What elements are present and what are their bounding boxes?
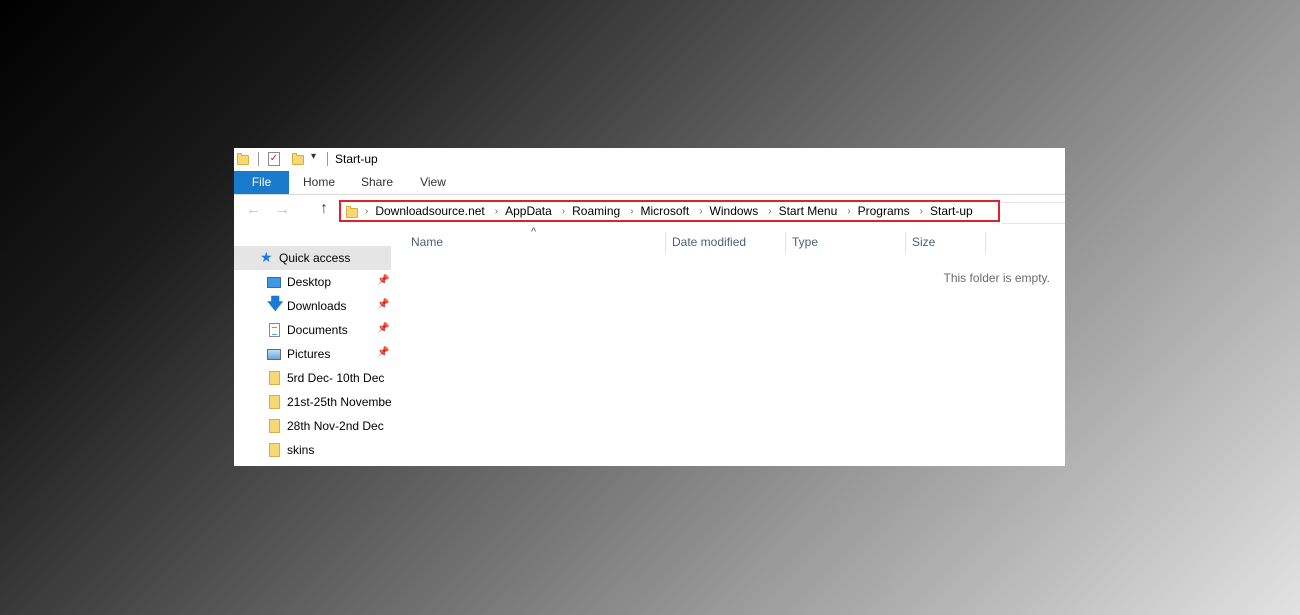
sidebar-item-label: Quick access xyxy=(279,251,351,265)
title-bar: ✓ ▾ Start-up xyxy=(234,148,1065,170)
chevron-right-icon[interactable]: › xyxy=(630,206,633,217)
chevron-right-icon[interactable]: › xyxy=(699,206,702,217)
sidebar-item-label: skins xyxy=(287,443,315,457)
window-title: Start-up xyxy=(335,152,378,166)
folder-icon xyxy=(269,443,280,457)
sidebar-item-pictures[interactable]: Pictures 📌 xyxy=(234,342,391,366)
chevron-right-icon[interactable]: › xyxy=(847,206,850,217)
star-icon: ★ xyxy=(260,249,273,265)
pin-icon[interactable]: 📌 xyxy=(377,347,389,358)
forward-arrow-icon[interactable]: → xyxy=(275,201,290,218)
breadcrumb-item[interactable]: Start-up xyxy=(930,204,973,218)
pictures-icon xyxy=(267,349,281,360)
folder-icon xyxy=(346,206,358,218)
address-bar-extension[interactable] xyxy=(1002,202,1065,224)
tab-share[interactable]: Share xyxy=(358,171,396,194)
pin-icon[interactable]: 📌 xyxy=(377,275,389,286)
folder-icon xyxy=(269,395,280,409)
sidebar-item-desktop[interactable]: Desktop 📌 xyxy=(234,270,391,294)
toolbar-separator xyxy=(258,152,259,166)
sidebar-item-label: Documents xyxy=(287,323,348,337)
toolbar-separator xyxy=(327,152,328,166)
sidebar-item-downloads[interactable]: 🡇 Downloads 📌 xyxy=(234,294,391,318)
column-header-size[interactable]: Size xyxy=(912,235,935,249)
chevron-right-icon[interactable]: › xyxy=(920,206,923,217)
breadcrumb-item[interactable]: Downloadsource.net xyxy=(375,204,484,218)
address-bar[interactable]: › Downloadsource.net › AppData › Roaming › M… xyxy=(339,200,1000,222)
tab-view[interactable]: View xyxy=(416,171,450,194)
breadcrumb: › Downloadsource.net › AppData › Roaming › M… xyxy=(365,204,983,218)
chevron-right-icon[interactable]: › xyxy=(495,206,498,217)
folder-icon xyxy=(237,153,249,165)
column-divider[interactable] xyxy=(785,232,786,254)
chevron-right-icon[interactable]: › xyxy=(768,206,771,217)
sidebar-item-label: 21st-25th November xyxy=(287,395,391,409)
sidebar-item-label: Pictures xyxy=(287,347,331,361)
sidebar-item-folder[interactable]: 21st-25th November xyxy=(234,390,391,414)
pin-icon[interactable]: 📌 xyxy=(377,299,389,310)
tab-home[interactable]: Home xyxy=(300,171,338,194)
breadcrumb-item[interactable]: Roaming xyxy=(572,204,620,218)
back-arrow-icon[interactable]: ← xyxy=(246,201,261,218)
column-header-date-modified[interactable]: Date modified xyxy=(672,235,746,249)
customize-toolbar-dropdown-icon[interactable]: ▾ xyxy=(311,151,316,162)
sidebar-item-label: Downloads xyxy=(287,299,347,313)
sidebar-item-label: 5rd Dec- 10th Dec xyxy=(287,371,385,385)
column-divider[interactable] xyxy=(985,232,986,254)
sidebar-item-documents[interactable]: Documents 📌 xyxy=(234,318,391,342)
breadcrumb-item[interactable]: AppData xyxy=(505,204,552,218)
sidebar-item-quick-access[interactable]: ★ Quick access xyxy=(234,246,391,270)
empty-folder-message: This folder is empty. xyxy=(943,271,1050,285)
properties-icon[interactable]: ✓ xyxy=(268,152,280,166)
document-icon xyxy=(269,323,280,337)
sidebar-item-skins[interactable]: skins xyxy=(234,438,391,462)
download-icon: 🡇 xyxy=(267,296,284,313)
breadcrumb-item[interactable]: Microsoft xyxy=(641,204,690,218)
pin-icon[interactable]: 📌 xyxy=(377,323,389,334)
chevron-right-icon[interactable]: › xyxy=(365,206,368,217)
column-divider[interactable] xyxy=(905,232,906,254)
up-arrow-icon[interactable]: ↑ xyxy=(320,200,328,218)
breadcrumb-item[interactable]: Start Menu xyxy=(779,204,838,218)
desktop-icon xyxy=(267,277,281,288)
navigation-pane: ★ Quick access Desktop 📌 🡇 Downloads 📌 D… xyxy=(234,246,391,466)
sidebar-item-label: 28th Nov-2nd Dec xyxy=(287,419,384,433)
folder-icon xyxy=(269,371,280,385)
sort-ascending-icon: ^ xyxy=(531,226,537,238)
column-divider[interactable] xyxy=(665,232,666,254)
new-folder-icon[interactable] xyxy=(292,153,304,165)
column-header-name[interactable]: Name xyxy=(411,235,443,249)
column-header-type[interactable]: Type xyxy=(792,235,818,249)
file-list: ^ Name Date modified Type Size This fold… xyxy=(391,226,1065,466)
sidebar-item-folder[interactable]: 28th Nov-2nd Dec xyxy=(234,414,391,438)
breadcrumb-item[interactable]: Windows xyxy=(710,204,759,218)
navigation-bar: ← → ↑ › Downloadsource.net › AppData › Roam… xyxy=(234,196,1065,228)
sidebar-item-folder[interactable]: 5rd Dec- 10th Dec xyxy=(234,366,391,390)
breadcrumb-item[interactable]: Programs xyxy=(858,204,910,218)
ribbon-tabs: File Home Share View xyxy=(234,171,1065,195)
folder-icon xyxy=(269,419,280,433)
sidebar-item-label: Desktop xyxy=(287,275,332,289)
chevron-right-icon[interactable]: › xyxy=(562,206,565,217)
file-explorer-window: ✓ ▾ Start-up File Home Share View ← → ↑ … xyxy=(234,148,1065,466)
tab-file[interactable]: File xyxy=(234,171,289,194)
